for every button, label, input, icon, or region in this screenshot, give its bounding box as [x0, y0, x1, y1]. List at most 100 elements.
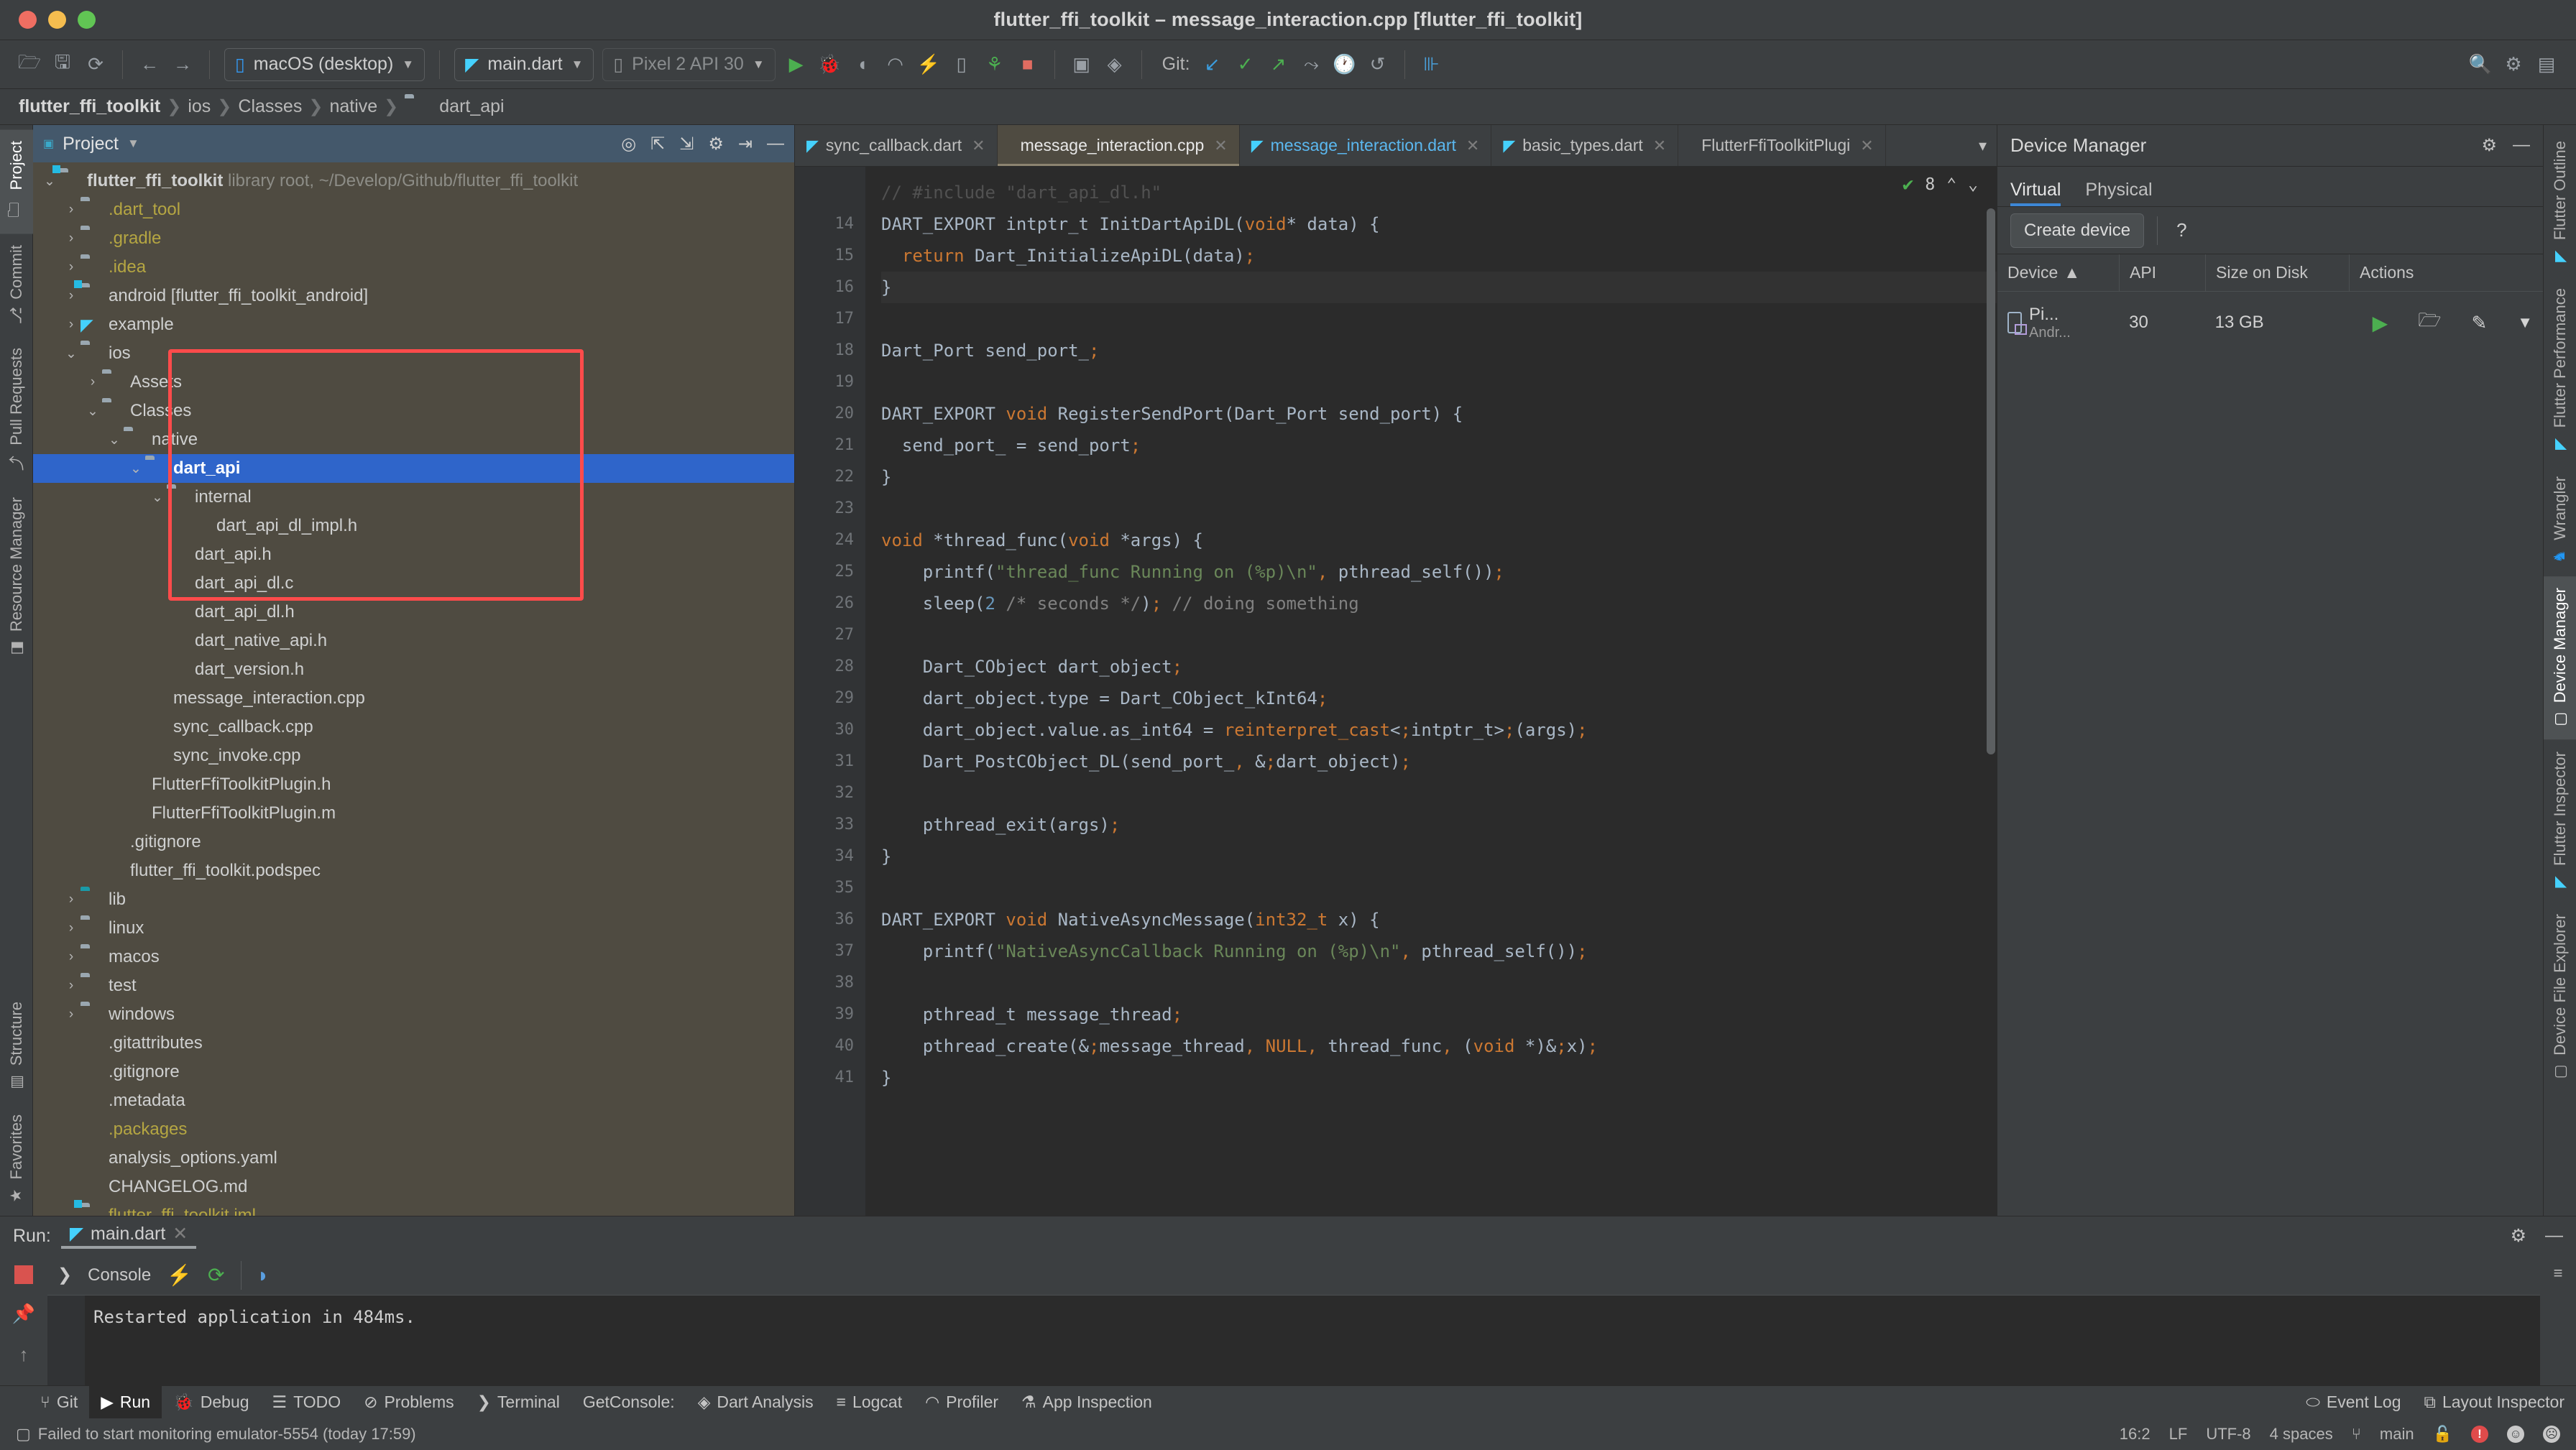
expand-all-icon[interactable]: ⇱ — [650, 134, 665, 154]
tree-expander-icon[interactable]: › — [62, 1007, 80, 1022]
close-icon[interactable]: ✕ — [1860, 137, 1873, 155]
code-line[interactable] — [881, 777, 1997, 809]
search-icon[interactable]: 🔍 — [2464, 48, 2497, 81]
tree-expander-icon[interactable]: › — [62, 288, 80, 304]
code-line[interactable]: dart_object.value.as_int64 = reinterpret… — [881, 714, 1997, 746]
layout-icon[interactable]: ▤ — [2530, 48, 2563, 81]
inspection-widget[interactable]: ✔ 8 ⌃ ⌄ — [1903, 174, 1978, 195]
editor-tab-3[interactable]: ◤basic_types.dart✕ — [1491, 125, 1678, 166]
tree-item[interactable]: C++dart_api_dl.h — [33, 598, 794, 627]
flutter-outline-icon[interactable]: ◈ — [1098, 48, 1131, 81]
console-expand-icon[interactable]: ❯ — [58, 1265, 72, 1285]
prev-problem-icon[interactable]: ⌃ — [1946, 175, 1956, 194]
hide-icon[interactable]: ⇥ — [738, 134, 753, 154]
tree-item[interactable]: ⌄internal — [33, 483, 794, 512]
tree-item[interactable]: C++dart_api_dl_impl.h — [33, 512, 794, 540]
editor-vertical-scrollbar[interactable] — [1987, 208, 1995, 754]
edit-pencil-icon[interactable]: ✎ — [2471, 312, 2487, 334]
run-config-combo[interactable]: ◤ main.dart ▼ — [454, 48, 594, 81]
tree-expander-icon[interactable]: › — [62, 317, 80, 333]
code-line[interactable]: } — [881, 461, 1997, 493]
open-devtools-icon[interactable]: ▯ — [945, 48, 978, 81]
table-row[interactable]: Pi... Andr... 30 13 GB ▶ 🗁 ✎ ▼ — [1997, 292, 2543, 354]
close-button[interactable] — [19, 11, 37, 29]
column-device[interactable]: Device ▲ — [1997, 254, 2120, 291]
code-line[interactable]: printf("NativeAsyncCallback Running on (… — [881, 936, 1997, 967]
tree-expander-icon[interactable]: › — [62, 231, 80, 246]
tree-item[interactable]: C++sync_callback.cpp — [33, 713, 794, 742]
device-emulator-icon[interactable]: ▣ — [1065, 48, 1098, 81]
tree-expander-icon[interactable]: ⌄ — [148, 489, 167, 506]
file-encoding[interactable]: UTF-8 — [2206, 1425, 2250, 1444]
tool-window-app-inspection[interactable]: ⚗App Inspection — [1010, 1386, 1164, 1418]
tool-window-getconsole-[interactable]: GetConsole: — [571, 1386, 686, 1418]
tool-window-git[interactable]: ⑂Git — [29, 1386, 89, 1418]
code-editor[interactable]: 1415161718192021222324252627282930313233… — [795, 167, 1997, 1216]
code-line[interactable]: DART_EXPORT void NativeAsyncMessage(int3… — [881, 904, 1997, 936]
run-icon[interactable]: ▶ — [780, 48, 813, 81]
device-manager-tabs[interactable]: Virtual Physical — [1997, 167, 2543, 207]
code-line[interactable] — [881, 493, 1997, 525]
run-tab-main-dart[interactable]: ◤ main.dart ✕ — [61, 1223, 196, 1249]
create-device-button[interactable]: Create device — [2010, 213, 2144, 248]
tree-item[interactable]: C++message_interaction.cpp — [33, 684, 794, 713]
sidebar-item-device-file-explorer[interactable]: ▢ Device File Explorer — [2544, 902, 2576, 1092]
column-size-on-disk[interactable]: Size on Disk — [2206, 254, 2350, 291]
code-line[interactable] — [881, 967, 1997, 999]
tree-item[interactable]: C++dart_native_api.h — [33, 627, 794, 655]
tree-item[interactable]: ⌄Classes — [33, 397, 794, 425]
tree-expander-icon[interactable]: › — [62, 920, 80, 936]
code-line[interactable]: pthread_exit(args); — [881, 809, 1997, 841]
settings-icon[interactable]: ⚙ — [2481, 135, 2497, 156]
tree-expander-icon[interactable]: › — [62, 202, 80, 218]
sidebar-item-project[interactable]: 🗀 Project — [0, 129, 33, 234]
code-line[interactable]: sleep(2 /* seconds */); // doing somethi… — [881, 588, 1997, 619]
help-icon[interactable]: ? — [2171, 219, 2192, 241]
commit-icon[interactable]: ✓ — [1229, 48, 1262, 81]
tool-window-logcat[interactable]: ≡Logcat — [825, 1386, 914, 1418]
tool-window-run[interactable]: ▶Run — [89, 1386, 162, 1418]
tree-expander-icon[interactable]: ⌄ — [62, 346, 80, 362]
code-line[interactable] — [881, 366, 1997, 398]
tree-item[interactable]: ›.idea — [33, 253, 794, 282]
open-folder-icon[interactable]: 🗁 — [13, 48, 46, 81]
tree-item[interactable]: ›lib — [33, 885, 794, 914]
hot-restart-icon[interactable]: ⟳ — [208, 1263, 224, 1287]
breadcrumb-item-0[interactable]: flutter_ffi_toolkit — [19, 96, 160, 117]
code-line[interactable]: pthread_create(&;message_thread, NULL, t… — [881, 1030, 1997, 1062]
editor-tab-0[interactable]: ◤sync_callback.dart✕ — [795, 125, 998, 166]
profile-icon[interactable]: ◠ — [879, 48, 912, 81]
tree-item[interactable]: C++FlutterFfiToolkitPlugin.h — [33, 770, 794, 799]
device-target-combo[interactable]: ▯ macOS (desktop) ▼ — [224, 48, 425, 81]
error-icon[interactable]: ! — [2471, 1426, 2488, 1443]
save-icon[interactable]: 🖫 — [46, 48, 79, 81]
lock-open-icon[interactable]: 🔓 — [2433, 1425, 2452, 1444]
breadcrumb-item-3[interactable]: native — [329, 96, 377, 117]
tree-item[interactable]: YMLanalysis_options.yaml — [33, 1144, 794, 1173]
editor-tab-2[interactable]: ◤message_interaction.dart✕ — [1240, 125, 1492, 166]
close-icon[interactable]: ✕ — [1214, 137, 1227, 155]
run-with-coverage-icon[interactable]: ◖ — [846, 48, 879, 81]
sad-face-icon[interactable]: ☹ — [2543, 1426, 2560, 1443]
code-line[interactable]: DART_EXPORT void RegisterSendPort(Dart_P… — [881, 398, 1997, 430]
code-line[interactable] — [881, 619, 1997, 651]
stop-icon[interactable]: ■ — [1011, 48, 1044, 81]
tree-expander-icon[interactable]: ⌄ — [83, 403, 102, 420]
tree-item[interactable]: .gitignore — [33, 1058, 794, 1086]
tree-item[interactable]: C++flutter_ffi_toolkit.podspec — [33, 856, 794, 885]
code-content[interactable]: // #include "dart_api_dl.h"DART_EXPORT i… — [865, 167, 1997, 1216]
tree-item[interactable]: ⌄flutter_ffi_toolkit library root, ~/Dev… — [33, 167, 794, 195]
sidebar-item-flutter-inspector[interactable]: ◤ Flutter Inspector — [2544, 740, 2576, 902]
next-problem-icon[interactable]: ⌄ — [1968, 175, 1978, 194]
update-project-icon[interactable]: ↙ — [1196, 48, 1229, 81]
code-line[interactable]: DART_EXPORT intptr_t InitDartApiDL(void*… — [881, 208, 1997, 240]
tree-item[interactable]: .packages — [33, 1115, 794, 1144]
minimize-icon[interactable]: — — [2545, 1225, 2563, 1247]
code-line[interactable] — [881, 872, 1997, 904]
tree-item[interactable]: .gitattributes — [33, 1029, 794, 1058]
pin-icon[interactable]: 📌 — [12, 1303, 35, 1325]
code-line[interactable]: pthread_t message_thread; — [881, 999, 1997, 1030]
tree-expander-icon[interactable]: ⌄ — [126, 461, 145, 477]
tool-window-todo[interactable]: ☰TODO — [261, 1386, 353, 1418]
editor-tab-4[interactable]: C++FlutterFfiToolkitPlugi✕ — [1678, 125, 1886, 166]
